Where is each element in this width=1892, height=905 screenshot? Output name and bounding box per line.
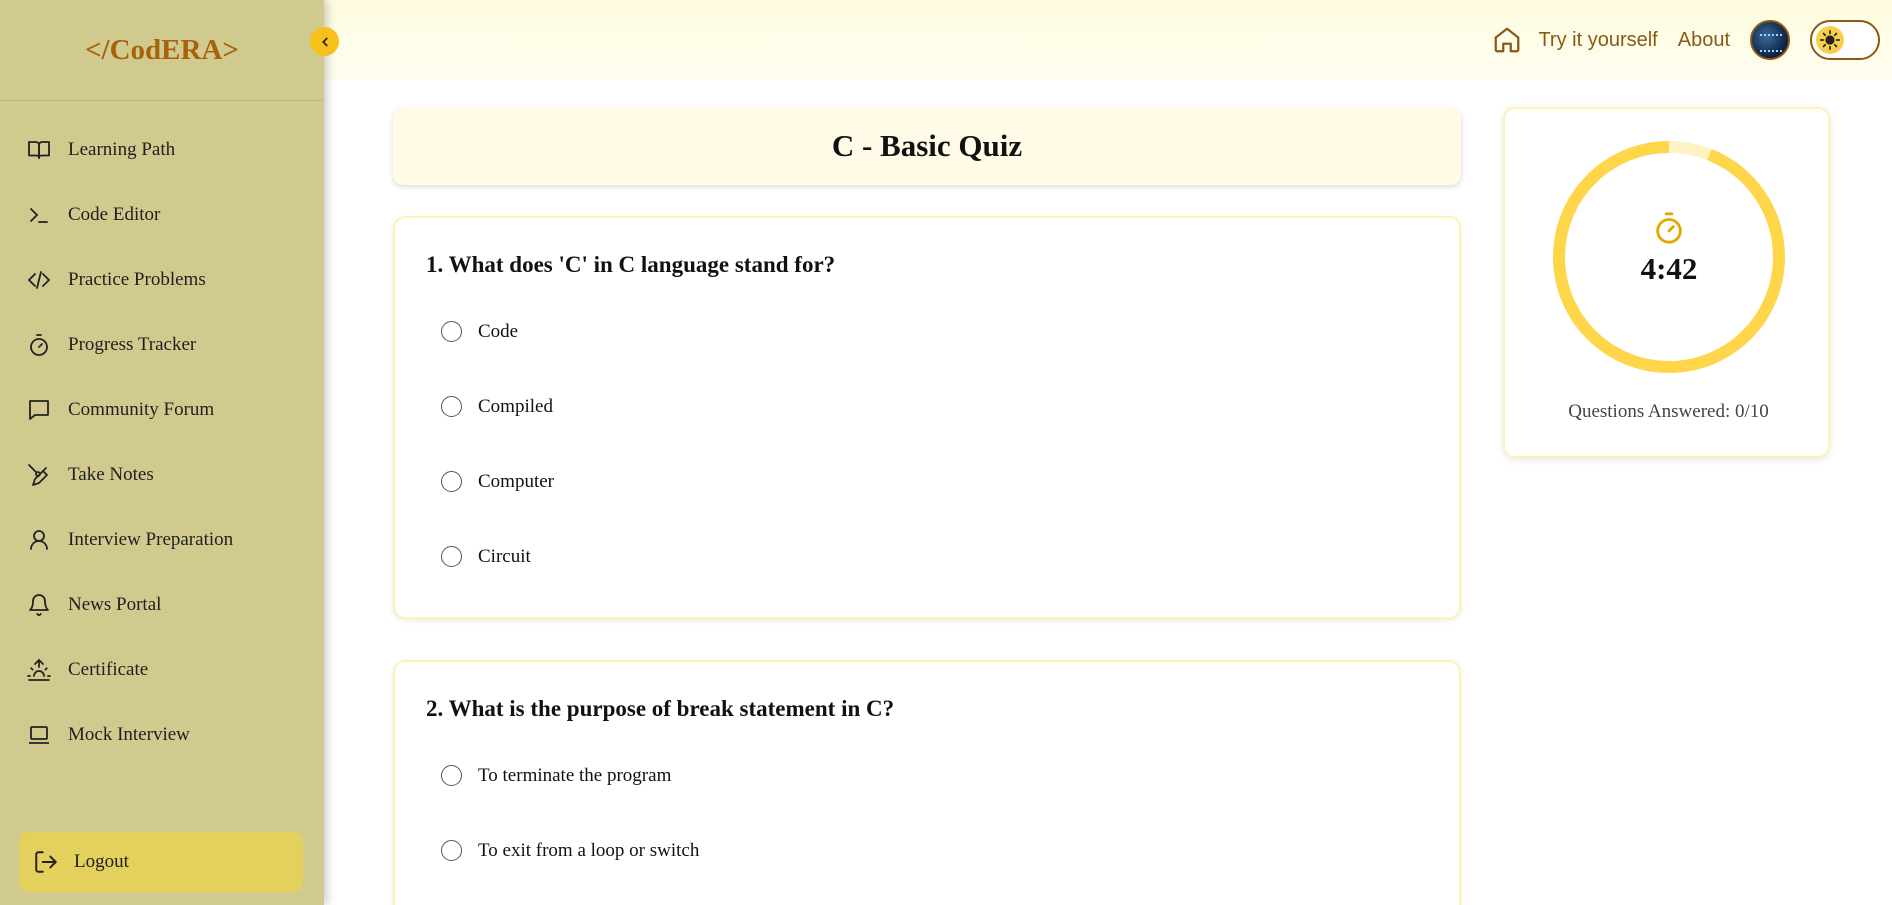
sidebar-item-progress-tracker[interactable]: Progress Tracker bbox=[0, 312, 324, 377]
try-it-yourself-link[interactable]: Try it yourself bbox=[1538, 29, 1657, 52]
logout-label: Logout bbox=[74, 851, 129, 872]
sidebar-item-mock-interview[interactable]: Mock Interview bbox=[0, 702, 324, 767]
option-terminate-program[interactable]: To terminate the program bbox=[426, 738, 1428, 813]
sidebar-item-label: Take Notes bbox=[68, 463, 154, 485]
option-label: Circuit bbox=[478, 545, 531, 567]
quiz-title: C - Basic Quiz bbox=[831, 128, 1023, 163]
stopwatch-icon bbox=[1652, 211, 1686, 245]
option-compiled[interactable]: Compiled bbox=[426, 369, 1428, 444]
sidebar-item-label: Interview Preparation bbox=[68, 528, 234, 550]
book-open-icon bbox=[27, 138, 51, 162]
bell-icon bbox=[27, 593, 51, 617]
chat-icon bbox=[27, 398, 51, 422]
radio-button[interactable] bbox=[441, 840, 462, 861]
sidebar-item-label: Mock Interview bbox=[68, 723, 190, 745]
sidebar-item-label: News Portal bbox=[68, 593, 162, 615]
option-exit-loop[interactable]: To exit from a loop or switch bbox=[426, 813, 1428, 888]
radio-button[interactable] bbox=[441, 471, 462, 492]
question-card-1: 1. What does 'C' in C language stand for… bbox=[393, 216, 1461, 619]
timer-ring: 4:42 bbox=[1551, 139, 1787, 375]
brand-logo[interactable]: </CodERA> bbox=[0, 0, 324, 101]
theme-toggle[interactable] bbox=[1810, 20, 1880, 60]
sidebar-item-label: Learning Path bbox=[68, 138, 176, 160]
option-label: Code bbox=[478, 320, 519, 342]
sidebar-item-label: Practice Problems bbox=[68, 268, 206, 290]
brand-logo-text: </CodERA> bbox=[85, 33, 239, 66]
chevron-left-icon bbox=[318, 35, 332, 49]
question-text: 1. What does 'C' in C language stand for… bbox=[426, 252, 836, 277]
option-label: To exit from a loop or switch bbox=[478, 839, 700, 861]
option-label: Compiled bbox=[478, 395, 553, 417]
sunrise-icon bbox=[27, 658, 51, 682]
quiz-title-card: C - Basic Quiz bbox=[393, 107, 1461, 185]
option-label: To terminate the program bbox=[478, 764, 672, 786]
radio-button[interactable] bbox=[441, 321, 462, 342]
header-nav: Try it yourself About bbox=[1492, 0, 1892, 80]
toggle-knob bbox=[1816, 26, 1844, 54]
sidebar-item-interview-preparation[interactable]: Interview Preparation bbox=[0, 507, 324, 572]
question-card-2: 2. What is the purpose of break statemen… bbox=[393, 660, 1461, 905]
sidebar-item-label: Certificate bbox=[68, 658, 149, 680]
laptop-icon bbox=[27, 723, 51, 747]
timer-icon bbox=[27, 333, 51, 357]
sidebar-nav: Learning Path Code Editor Practice Probl… bbox=[0, 101, 324, 767]
logout-icon bbox=[33, 849, 59, 875]
sidebar-item-certificate[interactable]: Certificate bbox=[0, 637, 324, 702]
radio-button[interactable] bbox=[441, 765, 462, 786]
code-icon bbox=[27, 268, 51, 292]
logout-button[interactable]: Logout bbox=[19, 832, 303, 892]
terminal-icon bbox=[27, 203, 51, 227]
radio-button[interactable] bbox=[441, 396, 462, 417]
pen-icon bbox=[27, 463, 51, 487]
question-text: 2. What is the purpose of break statemen… bbox=[426, 696, 895, 721]
avatar[interactable] bbox=[1750, 20, 1790, 60]
sidebar-item-label: Progress Tracker bbox=[68, 333, 197, 355]
user-icon bbox=[27, 528, 51, 552]
option-label: Computer bbox=[478, 470, 554, 492]
sidebar-item-news-portal[interactable]: News Portal bbox=[0, 572, 324, 637]
option-computer[interactable]: Computer bbox=[426, 444, 1428, 519]
questions-answered: Questions Answered: 0/10 bbox=[1568, 401, 1769, 422]
sidebar-collapse-button[interactable] bbox=[310, 27, 339, 56]
sidebar-item-community-forum[interactable]: Community Forum bbox=[0, 377, 324, 442]
about-link[interactable]: About bbox=[1678, 29, 1730, 52]
timer-card: 4:42 Questions Answered: 0/10 bbox=[1503, 107, 1830, 458]
sidebar-item-learning-path[interactable]: Learning Path bbox=[0, 117, 324, 182]
sidebar-item-label: Code Editor bbox=[68, 203, 161, 225]
radio-button[interactable] bbox=[441, 546, 462, 567]
option-circuit[interactable]: Circuit bbox=[426, 519, 1428, 594]
home-icon[interactable] bbox=[1492, 25, 1522, 55]
sidebar-item-code-editor[interactable]: Code Editor bbox=[0, 182, 324, 247]
option-code[interactable]: Code bbox=[426, 294, 1428, 369]
sidebar-item-take-notes[interactable]: Take Notes bbox=[0, 442, 324, 507]
sidebar: </CodERA> Learning Path Code Editor Prac… bbox=[0, 0, 324, 905]
top-header: Try it yourself About bbox=[324, 0, 1892, 80]
sun-icon bbox=[1820, 30, 1840, 50]
sidebar-item-practice-problems[interactable]: Practice Problems bbox=[0, 247, 324, 312]
timer-value: 4:42 bbox=[1640, 251, 1698, 286]
sidebar-item-label: Community Forum bbox=[68, 398, 215, 420]
